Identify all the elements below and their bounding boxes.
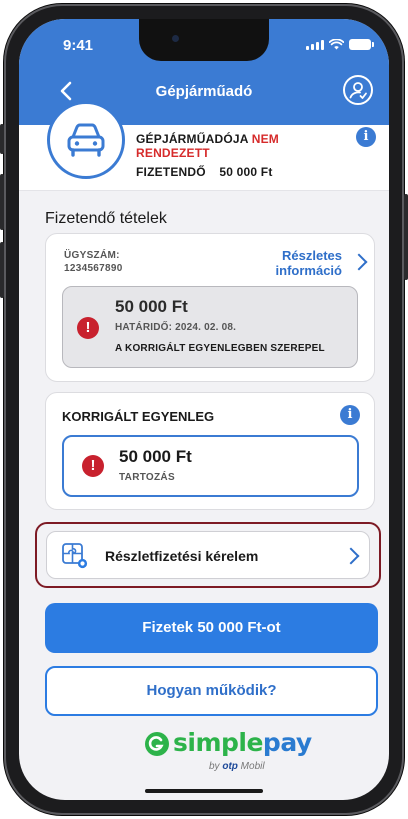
case-card: ÜGYSZÁM: 1234567890 Részletes információ…: [45, 233, 375, 382]
pay-button[interactable]: Fizetek 50 000 Ft-ot: [45, 603, 378, 653]
corrected-balance-box[interactable]: ! 50 000 Ft TARTOZÁS: [62, 435, 359, 497]
info-icon[interactable]: i: [340, 405, 360, 425]
payment-item[interactable]: ! 50 000 Ft HATÁRIDŐ: 2024. 02. 08. A KO…: [62, 286, 358, 368]
simplepay-mark-icon: [145, 732, 169, 756]
due-amount: 50 000 Ft: [219, 165, 273, 179]
car-icon: [47, 101, 125, 179]
chevron-right-icon[interactable]: [350, 253, 368, 271]
section-title: Fizetendő tételek: [45, 210, 167, 227]
status-time: 9:41: [63, 37, 94, 54]
user-check-icon[interactable]: [343, 75, 373, 105]
corrected-balance-title: KORRIGÁLT EGYENLEG: [62, 409, 215, 424]
corrected-status: TARTOZÁS: [119, 472, 175, 483]
brand-pay: pay: [262, 728, 312, 757]
due-line: FIZETENDŐ 50 000 Ft: [136, 165, 273, 179]
battery-icon: [349, 39, 374, 50]
notch: [139, 19, 269, 61]
corrected-balance-card: KORRIGÁLT EGYENLEG i ! 50 000 Ft TARTOZÁ…: [45, 392, 375, 510]
brand-by-otp: by otp Mobil: [209, 761, 265, 772]
case-number: 1234567890: [64, 263, 123, 274]
side-button: [404, 194, 408, 280]
tax-status-flag: NEM: [251, 132, 279, 146]
brand-by: by: [209, 761, 220, 772]
corrected-amount: 50 000 Ft: [119, 447, 192, 466]
installment-puzzle-icon: [62, 543, 88, 569]
tax-summary: GÉPJÁRMŰADÓJA NEM RENDEZETT FIZETENDŐ 50…: [19, 101, 389, 191]
page-title: Gépjárműadó: [155, 83, 253, 100]
brand-name: simplepay: [173, 728, 312, 758]
installment-label: Részletfizetési kérelem: [105, 548, 259, 564]
chevron-right-icon[interactable]: [342, 547, 360, 565]
side-button: [0, 174, 4, 230]
exclamation-icon: !: [77, 317, 99, 339]
tax-status-prefix: GÉPJÁRMŰADÓJA: [136, 132, 249, 146]
wifi-icon: [329, 39, 344, 50]
due-label: FIZETENDŐ: [136, 165, 206, 179]
details-link-line1: Részletes: [282, 248, 342, 263]
side-button: [0, 242, 4, 298]
simplepay-logo: simplepay by otp Mobil: [141, 728, 312, 778]
status-icons: [306, 39, 374, 50]
payment-deadline: HATÁRIDŐ: 2024. 02. 08.: [115, 322, 237, 333]
exclamation-icon: !: [82, 455, 104, 477]
brand-mobil: Mobil: [240, 761, 265, 772]
payment-note: A KORRIGÁLT EGYENLEGBEN SZEREPEL: [115, 343, 325, 354]
signal-icon: [306, 40, 324, 50]
brand-otp: otp: [222, 761, 238, 772]
tax-status-line: GÉPJÁRMŰADÓJA NEM: [136, 132, 279, 146]
screen: 9:41 Gépjárműadó GÉPJÁRMŰADÓJA NEM RENDE…: [19, 19, 389, 800]
case-label: ÜGYSZÁM:: [64, 250, 120, 261]
details-link[interactable]: Részletes információ: [276, 248, 342, 278]
phone-frame: 9:41 Gépjárműadó GÉPJÁRMŰADÓJA NEM RENDE…: [0, 4, 408, 815]
payment-amount: 50 000 Ft: [115, 297, 188, 316]
tax-status-flag-cont: RENDEZETT: [136, 146, 210, 160]
side-button: [0, 124, 4, 154]
brand-simple: simple: [173, 728, 263, 757]
how-it-works-button[interactable]: Hogyan működik?: [45, 666, 378, 716]
home-indicator[interactable]: [145, 789, 263, 793]
details-link-line2: információ: [275, 263, 342, 278]
info-icon[interactable]: i: [356, 127, 376, 147]
installment-request-button[interactable]: Részletfizetési kérelem: [46, 531, 370, 579]
